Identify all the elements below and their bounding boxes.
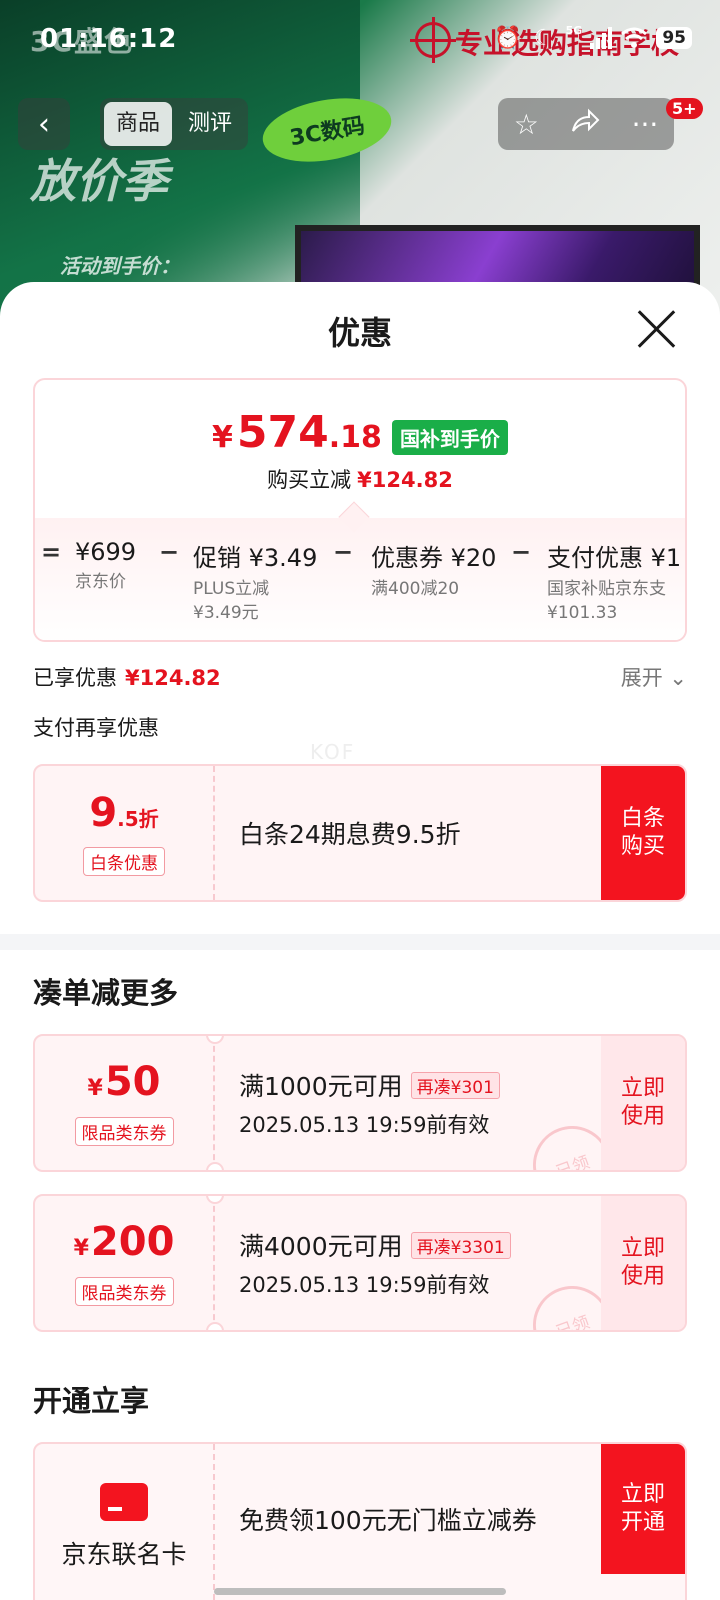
network-type: 5G xyxy=(565,23,583,37)
baitiao-offer-card: 9.5折 白条优惠 白条24期息费9.5折 白条 购买 xyxy=(33,764,687,902)
status-bar: 01:16:12 ⏰ ☾ 5G 95 xyxy=(0,0,720,80)
star-icon[interactable]: ☆ xyxy=(514,108,539,141)
expand-button[interactable]: 展开 ⌄ xyxy=(621,662,687,692)
notification-badge: 5+ xyxy=(666,98,703,119)
calc-item-promo: 促销 ¥3.49 PLUS立减 ¥3.49元 xyxy=(193,544,318,623)
calc-item-jd-price: ¥699 京东价 xyxy=(75,538,137,592)
equals-sign: = xyxy=(41,538,62,566)
coupon-card: ¥200 限品类东券 满4000元可用 再凑¥3301 2025.05.13 19… xyxy=(33,1194,687,1332)
coupon-condition: 满4000元可用 xyxy=(239,1232,403,1261)
sheet-title: 优惠 xyxy=(327,314,392,352)
bundle-section-title: 凑单减更多 xyxy=(33,976,179,1010)
coupon-card: ¥50 限品类东券 满1000元可用 再凑¥301 2025.05.13 19:5… xyxy=(33,1034,687,1172)
signal-icon xyxy=(590,27,613,49)
minus-sign: − xyxy=(333,538,354,566)
use-coupon-button[interactable]: 立即 使用 xyxy=(601,1036,685,1170)
card-name: 京东联名卡 xyxy=(61,1540,187,1569)
enjoyed-discount-row: 已享优惠 ¥124.82 展开 ⌄ xyxy=(33,662,687,696)
coupon-need-badge: 再凑¥301 xyxy=(410,1071,500,1099)
discount-sheet: 优惠 ¥574.18 国补到手价 购买立减 ¥124.82 = ¥699 京东价 … xyxy=(0,282,720,1600)
status-icons: ⏰ ☾ 5G 95 xyxy=(494,24,692,52)
card-offer-description: 免费领100元无门槛立减券 xyxy=(239,1506,537,1535)
calc-breakdown[interactable]: = ¥699 京东价 − 促销 ¥3.49 PLUS立减 ¥3.49元 − 优惠… xyxy=(35,518,685,640)
coupon-value: ¥200 xyxy=(73,1219,175,1265)
calc-item-coupon: 优惠券 ¥20 满400减20 xyxy=(371,544,497,599)
home-indicator[interactable] xyxy=(214,1588,506,1595)
credit-card-icon xyxy=(100,1483,148,1521)
coupon-info: 白条24期息费9.5折 xyxy=(239,766,461,900)
pay-more-label: 支付再享优惠 xyxy=(33,716,159,740)
tab-product[interactable]: 商品 xyxy=(104,102,173,146)
promo-title: 放价季 xyxy=(30,154,168,208)
card-offer-info: 免费领100元无门槛立减券 xyxy=(239,1444,537,1600)
watermark: KOF xyxy=(310,740,356,764)
coupon-condition: 满1000元可用 xyxy=(239,1072,403,1101)
back-button[interactable]: ‹ xyxy=(18,98,70,150)
close-icon[interactable] xyxy=(636,308,678,350)
open-card-button[interactable]: 立即 开通 xyxy=(601,1444,685,1574)
section-divider xyxy=(0,934,720,950)
coupon-value: 9.5折 xyxy=(89,789,159,836)
battery-indicator: 95 xyxy=(656,27,692,49)
baitiao-buy-button[interactable]: 白条 购买 xyxy=(601,766,685,900)
calc-item-payment: 支付优惠 ¥1 国家补贴京东支 ¥101.33 xyxy=(547,544,682,623)
coupon-info: 满4000元可用 再凑¥3301 2025.05.13 19:59前有效 xyxy=(239,1196,511,1330)
final-price: ¥574.18 xyxy=(212,407,382,458)
share-icon[interactable] xyxy=(570,108,600,141)
coupon-expiry: 2025.05.13 19:59前有效 xyxy=(239,1273,490,1297)
promo-subtitle: 活动到手价： xyxy=(60,254,180,278)
chevron-left-icon: ‹ xyxy=(38,106,50,142)
minus-sign: − xyxy=(511,538,532,566)
coupon-info: 满1000元可用 再凑¥301 2025.05.13 19:59前有效 xyxy=(239,1036,500,1170)
card-offer-left: 京东联名卡 xyxy=(35,1444,215,1600)
coupon-need-badge: 再凑¥3301 xyxy=(410,1231,511,1259)
cobrand-card-offer: 京东联名卡 免费领100元无门槛立减券 立即 开通 xyxy=(33,1442,687,1600)
enjoyed-amount: ¥124.82 xyxy=(125,666,221,690)
coupon-tag: 限品类东券 xyxy=(74,1277,174,1306)
chevron-down-icon: ⌄ xyxy=(669,666,687,690)
use-coupon-button[interactable]: 立即 使用 xyxy=(601,1196,685,1330)
coupon-notch xyxy=(206,1162,224,1170)
coupon-notch xyxy=(206,1322,224,1330)
open-section-title: 开通立享 xyxy=(33,1384,150,1418)
price-breakdown-card: ¥574.18 国补到手价 购买立减 ¥124.82 = ¥699 京东价 − 促… xyxy=(33,378,687,642)
coupon-expiry: 2025.05.13 19:59前有效 xyxy=(239,1113,490,1137)
coupon-tag: 白条优惠 xyxy=(83,846,165,876)
reduce-summary: 购买立减 ¥124.82 xyxy=(267,468,453,492)
status-time: 01:16:12 xyxy=(40,24,178,54)
coupon-value-area: 9.5折 白条优惠 xyxy=(35,766,215,900)
coupon-value-area: ¥50 限品类东券 xyxy=(35,1036,215,1170)
coupon-tag: 限品类东券 xyxy=(74,1117,174,1146)
coupon-description: 白条24期息费9.5折 xyxy=(239,820,461,849)
nav-actions: ☆ ··· xyxy=(498,98,674,150)
more-icon[interactable]: ··· xyxy=(632,108,659,141)
alarm-icon: ⏰ xyxy=(493,25,522,51)
coupon-value-area: ¥200 限品类东券 xyxy=(35,1196,215,1330)
tab-review[interactable]: 测评 xyxy=(176,102,244,146)
wifi-icon xyxy=(620,24,648,52)
coupon-value: ¥50 xyxy=(87,1059,161,1105)
moon-icon: ☾ xyxy=(533,25,554,51)
subsidy-price-tag: 国补到手价 xyxy=(391,420,508,455)
nav-tabs: 商品 测评 xyxy=(100,98,249,150)
minus-sign: − xyxy=(159,538,180,566)
